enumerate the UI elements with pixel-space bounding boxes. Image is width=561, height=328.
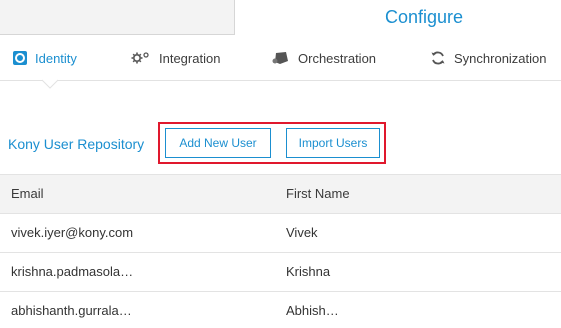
tab-label: Orchestration [298,50,377,66]
column-header-first-name[interactable]: First Name [286,175,536,213]
table-row[interactable]: abhishanth.gurrala… Abhish… [0,292,561,328]
email-cell: krishna.padmasola… [11,264,134,279]
gears-icon [131,51,151,65]
repository-label: Kony User Repository [8,136,145,152]
column-header-email[interactable]: Email [11,175,271,213]
add-new-user-button[interactable]: Add New User [165,128,271,158]
top-left-panel [0,0,235,35]
first-name-cell: Abhish… [286,303,339,318]
tab-integration[interactable]: Integration [131,44,220,72]
sync-icon [430,50,446,66]
tab-label: Synchronization [454,50,547,66]
first-name-cell: Krishna [286,264,331,279]
first-name-cell: Vivek [286,225,318,240]
orchestration-icon [272,51,290,65]
email-cell: vivek.iyer@kony.com [11,225,134,240]
tab-bar: Identity Integration Orchestration Synch… [0,44,561,81]
tab-identity[interactable]: Identity [13,44,77,72]
active-tab-caret [42,79,58,89]
identity-icon [13,51,27,65]
table-row[interactable]: vivek.iyer@kony.com Vivek [0,214,561,253]
email-cell: abhishanth.gurrala… [11,303,132,318]
tab-orchestration[interactable]: Orchestration [272,44,376,72]
table-header-row: Email First Name [0,174,561,214]
page-title: Configure [385,7,464,27]
import-users-button[interactable]: Import Users [286,128,380,158]
page: Configure Identity Integration Orchestra… [0,0,561,328]
table-row[interactable]: krishna.padmasola… Krishna [0,253,561,292]
tab-label: Integration [159,50,221,66]
tab-label: Identity [35,50,77,66]
tab-synchronization[interactable]: Synchronization [430,44,547,72]
users-table: Email First Name vivek.iyer@kony.com Viv… [0,174,561,328]
